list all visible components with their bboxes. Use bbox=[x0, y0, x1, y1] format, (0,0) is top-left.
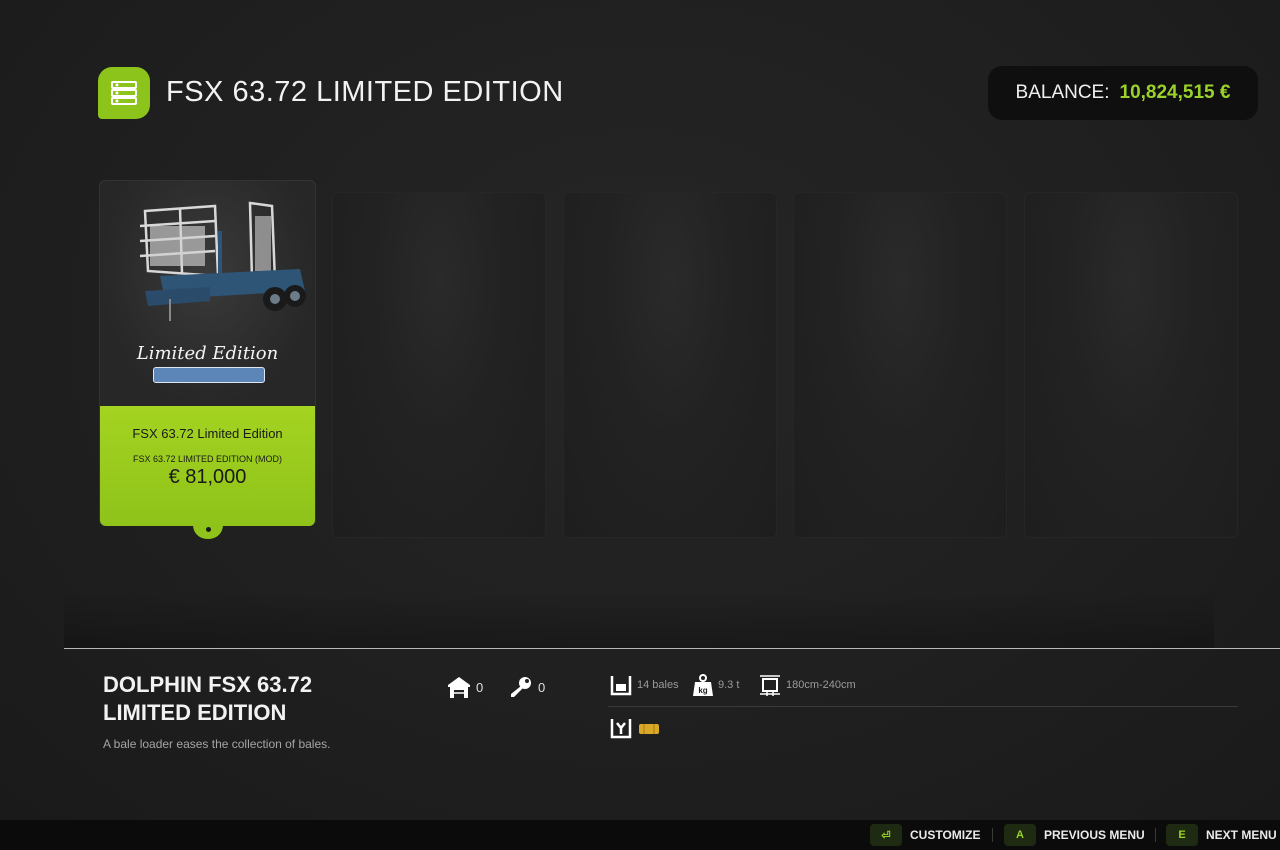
leased-value: 0 bbox=[538, 679, 546, 695]
owned-count: 0 bbox=[446, 674, 483, 700]
customize-label: CUSTOMIZE bbox=[910, 828, 981, 842]
footer-separator bbox=[1155, 828, 1156, 842]
balance-value: 10,824,515 € bbox=[1119, 82, 1231, 103]
detail-title: DOLPHIN FSX 63.72 LIMITED EDITION bbox=[103, 672, 313, 725]
bale-icon bbox=[639, 724, 659, 734]
fill-type bbox=[609, 716, 661, 740]
weight-value: 9.3 t bbox=[718, 679, 740, 691]
enter-key-icon: ⏎ bbox=[870, 824, 902, 846]
page-title: FSX 63.72 LIMITED EDITION bbox=[166, 76, 564, 108]
spec-bale-size: 180cm-240cm bbox=[758, 673, 856, 697]
limited-edition-logo: Limited Edition bbox=[136, 343, 279, 364]
footer-bar: ⏎ CUSTOMIZE A PREVIOUS MENU E NEXT MENU bbox=[0, 820, 1280, 850]
item-card-selected[interactable]: Limited Edition FSX 63.72 Limited Editio… bbox=[99, 180, 316, 539]
floor-shadow bbox=[64, 590, 1214, 648]
e-key-icon: E bbox=[1166, 824, 1198, 846]
spec-divider bbox=[608, 706, 1238, 707]
garage-icon bbox=[448, 677, 470, 698]
item-name: FSX 63.72 Limited Edition bbox=[132, 426, 283, 441]
weight-icon: kg bbox=[693, 674, 713, 696]
empty-item-slot bbox=[793, 192, 1007, 538]
item-subtitle: FSX 63.72 LIMITED EDITION (MOD) bbox=[132, 454, 283, 464]
svg-text:kg: kg bbox=[698, 686, 707, 695]
fill-type-icon bbox=[610, 719, 632, 739]
detail-description: A bale loader eases the collection of ba… bbox=[103, 737, 331, 751]
balance-display: BALANCE: 10,824,515 € bbox=[988, 66, 1258, 120]
next-menu-label: NEXT MENU bbox=[1206, 828, 1277, 842]
empty-item-slot bbox=[563, 192, 777, 538]
a-key-icon: A bbox=[1004, 824, 1036, 846]
bale-loader-image bbox=[139, 201, 306, 321]
previous-menu-button[interactable]: A PREVIOUS MENU bbox=[1004, 824, 1145, 846]
item-info: FSX 63.72 Limited Edition FSX 63.72 LIMI… bbox=[100, 406, 315, 526]
section-divider bbox=[64, 648, 1280, 649]
previous-menu-label: PREVIOUS MENU bbox=[1044, 828, 1145, 842]
balance-label: BALANCE: bbox=[1015, 82, 1110, 103]
bale-size-icon bbox=[760, 675, 780, 696]
leased-count: 0 bbox=[508, 674, 545, 700]
limited-edition-ribbon bbox=[153, 367, 265, 383]
item-price: € 81,000 bbox=[168, 466, 247, 488]
capacity-icon bbox=[610, 676, 632, 696]
item-image: Limited Edition bbox=[100, 181, 315, 406]
customize-button[interactable]: ⏎ CUSTOMIZE bbox=[870, 824, 980, 846]
spec-capacity: 14 bales bbox=[609, 673, 679, 697]
spec-weight: kg 9.3 t bbox=[692, 673, 739, 697]
bale-size-value: 180cm-240cm bbox=[786, 679, 856, 691]
next-menu-button[interactable]: E NEXT MENU bbox=[1166, 824, 1277, 846]
empty-item-slot bbox=[1024, 192, 1238, 538]
empty-item-slot bbox=[332, 192, 546, 538]
footer-separator bbox=[992, 828, 993, 842]
capacity-value: 14 bales bbox=[637, 679, 679, 691]
owned-value: 0 bbox=[476, 679, 484, 695]
key-icon bbox=[511, 677, 531, 697]
bale-loader-category-icon bbox=[98, 67, 150, 119]
